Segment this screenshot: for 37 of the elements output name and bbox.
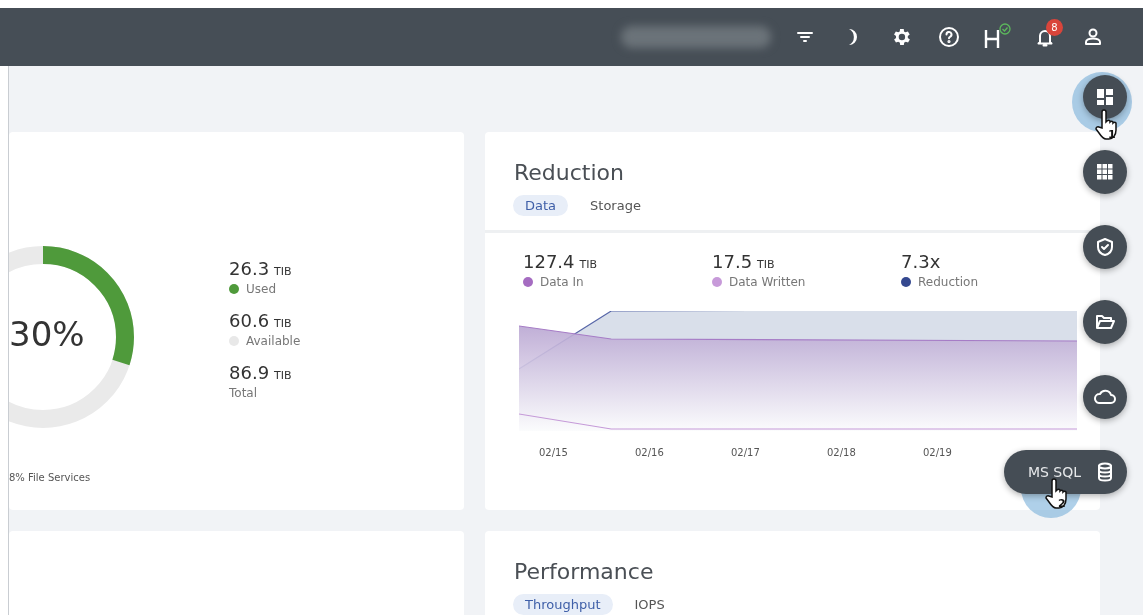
- stat-value: 127.4 TIB: [523, 251, 599, 272]
- axis-label: 02/15: [539, 447, 569, 458]
- legend-label: Used: [246, 282, 277, 296]
- dock-button[interactable]: MS SQL: [1003, 450, 1127, 494]
- layout-icon: [1096, 88, 1114, 106]
- axis-label: 02/16: [635, 447, 665, 458]
- footnote: 8% File Services: [9, 472, 91, 483]
- user-icon[interactable]: [1083, 27, 1103, 47]
- help-icon[interactable]: [938, 26, 960, 48]
- folder-icon: [1095, 312, 1115, 332]
- grid-icon: [1097, 164, 1113, 180]
- stat-value: 86.9 TIB: [229, 362, 293, 383]
- card-title: Performance: [513, 558, 655, 584]
- tab[interactable]: IOPS: [622, 594, 677, 615]
- stat-value: 26.3 TIB: [229, 258, 293, 279]
- axis-label: 02/18: [827, 447, 857, 458]
- notification-badge: 8: [1046, 19, 1063, 36]
- cloud-icon: [1093, 387, 1117, 407]
- tab[interactable]: Throughput: [513, 594, 613, 615]
- shield-icon: [1095, 237, 1115, 257]
- axis-label: 02/17: [731, 447, 761, 458]
- percent-label: 30%: [9, 314, 85, 354]
- tab[interactable]: Storage: [578, 195, 653, 216]
- database-icon: [1095, 462, 1115, 482]
- legend-label: Data Written: [729, 275, 806, 289]
- stat-value: 60.6 TIB: [229, 310, 293, 331]
- step-number: 1: [1108, 128, 1116, 141]
- card-title: Reduction: [513, 159, 625, 185]
- legend-label: Available: [246, 334, 301, 348]
- axis-label: 02/19: [923, 447, 953, 458]
- stat-label: Total: [229, 386, 259, 400]
- stat-value: 7.3x: [901, 251, 942, 272]
- step-number: 2: [1058, 497, 1066, 510]
- legend-label: Reduction: [918, 275, 978, 289]
- tab[interactable]: Data: [513, 195, 569, 216]
- legend-label: Data In: [540, 275, 584, 289]
- stat-value: 17.5 TIB: [712, 251, 776, 272]
